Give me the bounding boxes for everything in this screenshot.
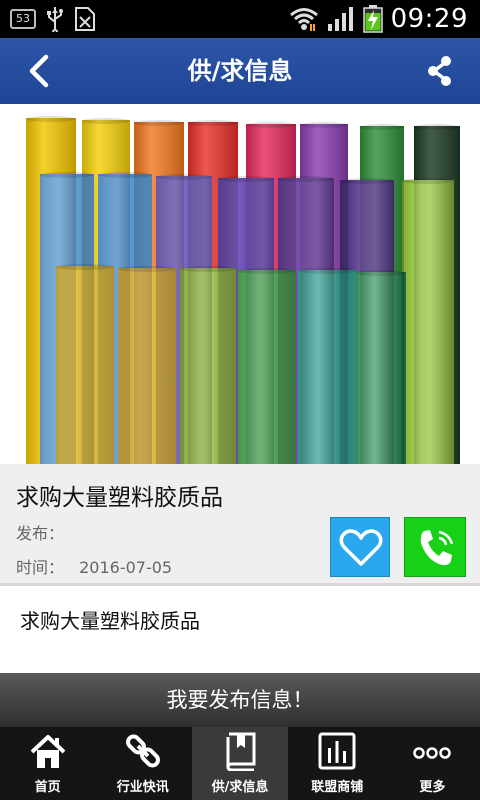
nav-item-alliance-shops[interactable]: 联盟商铺 (290, 727, 385, 800)
clock: 09:29 (390, 4, 468, 34)
product-description: 求购大量塑料胶质品 (0, 589, 480, 673)
time-label: 时间： (16, 558, 65, 577)
heart-icon (339, 529, 383, 566)
sim-card-icon (75, 7, 95, 31)
time-row: 时间： 2016-07-05 (16, 554, 172, 578)
home-icon (30, 735, 65, 768)
share-button[interactable] (422, 53, 458, 89)
publish-info-button[interactable]: 我要发布信息！ (0, 673, 480, 727)
nav-label-industry-news: 行业快讯 (116, 780, 169, 795)
bottom-nav: 首页 行业快讯 供/求信息 联盟商铺 更多 (0, 727, 480, 800)
status-bar: 53 09:29 (0, 0, 480, 38)
notification-badge-icon: 53 (10, 9, 36, 29)
product-image (0, 104, 480, 464)
favorite-button[interactable] (330, 517, 390, 577)
description-text: 求购大量塑料胶质品 (20, 609, 200, 633)
status-bar-left: 53 (10, 6, 96, 32)
wifi-icon (289, 8, 318, 31)
nav-label-alliance-shops: 联盟商铺 (311, 780, 364, 795)
nav-item-home[interactable]: 首页 (0, 727, 95, 800)
nav-label-supply-demand: 供/求信息 (211, 780, 269, 795)
plastic-rolls-photo (0, 104, 480, 464)
bar-chart-icon (318, 732, 356, 770)
nav-item-industry-news[interactable]: 行业快讯 (95, 727, 190, 800)
battery-charging-icon (362, 5, 383, 33)
nav-item-supply-demand[interactable]: 供/求信息 (192, 727, 288, 800)
time-value: 2016-07-05 (79, 558, 173, 577)
book-icon (226, 732, 256, 771)
usb-icon (47, 7, 63, 32)
page-title: 供/求信息 (187, 57, 293, 85)
share-icon (428, 56, 451, 86)
nav-item-more[interactable]: 更多 (385, 727, 480, 800)
phone-icon (420, 530, 454, 566)
status-bar-right: 09:29 (289, 4, 468, 34)
publisher-label: 发布： (16, 524, 65, 543)
nav-label-home: 首页 (34, 780, 61, 795)
product-title: 求购大量塑料胶质品 (16, 485, 223, 511)
more-dots-icon (413, 747, 452, 759)
nav-label-more: 更多 (419, 780, 446, 795)
call-button[interactable] (404, 517, 466, 577)
link-icon (125, 734, 160, 768)
signal-icon (327, 7, 353, 31)
app-header: 供/求信息 (0, 38, 480, 104)
product-info: 求购大量塑料胶质品 发布： 时间： 2016-07-05 (0, 464, 480, 586)
